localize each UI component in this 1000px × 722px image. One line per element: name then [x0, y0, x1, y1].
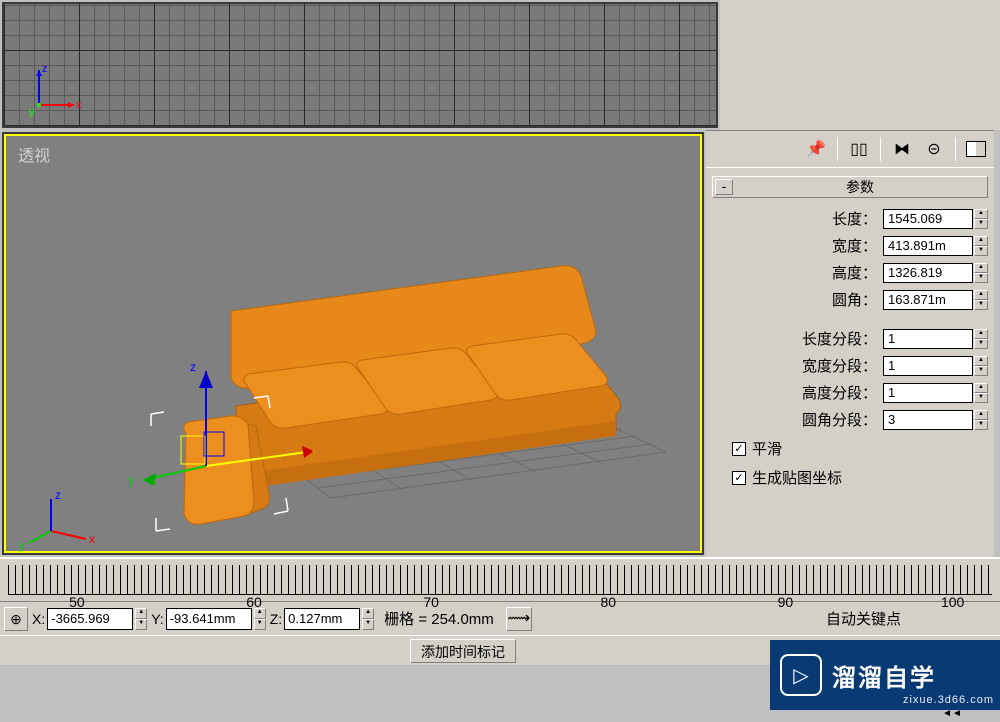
- panel-title: 参数: [733, 177, 987, 197]
- y-coord-input[interactable]: [166, 608, 252, 630]
- link-icon[interactable]: ⧓: [891, 138, 913, 160]
- spinner-down[interactable]: ▼: [974, 219, 988, 229]
- config-icon[interactable]: [966, 141, 986, 157]
- panel-header[interactable]: - 参数: [712, 176, 988, 198]
- command-panel: 📌 ▯▯ ⧓ ⊝ - 参数 长度： ▲▼ 宽度： ▲▼: [706, 130, 994, 557]
- pin-icon[interactable]: 📌: [805, 138, 827, 160]
- x-coord-input[interactable]: [47, 608, 133, 630]
- timeline[interactable]: 50 60 70 80 90 100: [0, 557, 1000, 601]
- top-viewport[interactable]: x z y: [2, 2, 718, 128]
- fillet-input[interactable]: [883, 290, 973, 310]
- param-height-segs: 高度分段： ▲▼: [712, 382, 988, 403]
- width-segs-input[interactable]: [883, 356, 973, 376]
- fillet-segs-input[interactable]: [883, 410, 973, 430]
- svg-text:y: y: [19, 538, 25, 552]
- svg-text:y: y: [128, 473, 134, 487]
- lock-icon[interactable]: ⟿: [506, 607, 532, 631]
- uvw-checkbox-row: ✓ 生成贴图坐标: [732, 467, 988, 488]
- transform-type-icon[interactable]: ⊕: [4, 607, 28, 631]
- param-height: 高度： ▲▼: [712, 262, 988, 283]
- smooth-checkbox-row: ✓ 平滑: [732, 438, 988, 459]
- autokey-button[interactable]: 自动关键点: [826, 608, 901, 629]
- uvw-checkbox[interactable]: ✓: [732, 471, 746, 485]
- spinner-up[interactable]: ▲: [974, 209, 988, 219]
- params-body: 长度： ▲▼ 宽度： ▲▼ 高度： ▲▼ 圆角： ▲▼: [706, 198, 994, 502]
- svg-text:y: y: [29, 106, 35, 118]
- height-input[interactable]: [883, 263, 973, 283]
- panel-toolbar: 📌 ▯▯ ⧓ ⊝: [706, 130, 994, 168]
- perspective-viewport[interactable]: 透视: [2, 132, 704, 555]
- param-fillet-segs: 圆角分段： ▲▼: [712, 409, 988, 430]
- collapse-button[interactable]: -: [715, 179, 733, 195]
- svg-text:x: x: [76, 99, 82, 111]
- length-segs-input[interactable]: [883, 329, 973, 349]
- svg-text:z: z: [42, 63, 48, 75]
- grid-size-label: 栅格 = 254.0mm: [384, 608, 494, 629]
- param-length: 长度： ▲▼: [712, 208, 988, 229]
- right-panel-top: [720, 0, 1000, 130]
- unlink-icon[interactable]: ⊝: [923, 138, 945, 160]
- play-logo-icon: ▷: [780, 654, 822, 696]
- axis-gizmo-top: x z y: [24, 60, 84, 120]
- param-fillet: 圆角： ▲▼: [712, 289, 988, 310]
- width-input[interactable]: [883, 236, 973, 256]
- svg-text:x: x: [89, 532, 95, 546]
- param-length-segs: 长度分段： ▲▼: [712, 328, 988, 349]
- param-width-segs: 宽度分段： ▲▼: [712, 355, 988, 376]
- smooth-checkbox[interactable]: ✓: [732, 442, 746, 456]
- svg-text:z: z: [190, 360, 196, 374]
- z-coord-input[interactable]: [284, 608, 360, 630]
- param-width: 宽度： ▲▼: [712, 235, 988, 256]
- add-time-tag[interactable]: 添加时间标记: [410, 639, 516, 663]
- align-icon[interactable]: ▯▯: [848, 138, 870, 160]
- height-segs-input[interactable]: [883, 383, 973, 403]
- viewport-scene: y z x y z: [6, 136, 706, 559]
- status-bar: ⊕ X: ▲▼ Y: ▲▼ Z: ▲▼ 栅格 = 254.0mm ⟿ 自动关键点: [0, 601, 1000, 635]
- length-input[interactable]: [883, 209, 973, 229]
- svg-text:z: z: [55, 488, 61, 502]
- watermark: ▷ 溜溜自学 zixue.3d66.com: [770, 640, 1000, 710]
